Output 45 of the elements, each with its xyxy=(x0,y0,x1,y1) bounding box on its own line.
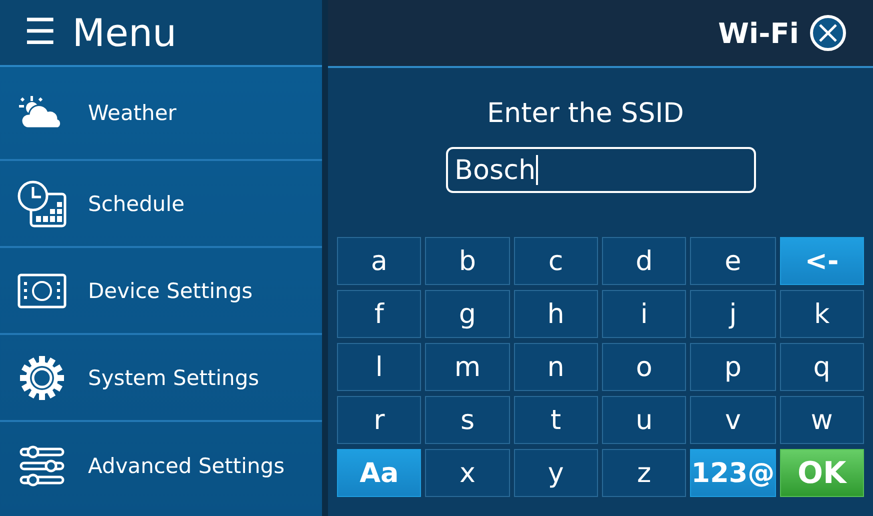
letter-key[interactable]: e xyxy=(690,237,776,285)
ssid-input-field[interactable]: Bosch xyxy=(446,147,756,193)
text-cursor xyxy=(536,155,538,185)
menu-item[interactable]: System Settings xyxy=(0,335,322,422)
clock-calendar-icon xyxy=(17,180,67,228)
letter-key[interactable]: d xyxy=(602,237,686,285)
menu-item[interactable]: Device Settings xyxy=(0,248,322,335)
letter-key[interactable]: a xyxy=(337,237,422,285)
menu-item[interactable]: Weather xyxy=(0,67,322,161)
menu-title: Menu xyxy=(72,10,177,54)
letter-key[interactable]: t xyxy=(514,396,598,444)
letter-key[interactable]: w xyxy=(780,396,864,444)
letter-key[interactable]: i xyxy=(602,290,686,338)
function-key[interactable]: 123@ xyxy=(690,449,776,497)
letter-key[interactable]: x xyxy=(425,449,510,497)
letter-key[interactable]: g xyxy=(425,290,510,338)
letter-key[interactable]: z xyxy=(602,449,686,497)
function-key[interactable]: Aa xyxy=(337,449,422,497)
gear-icon xyxy=(19,354,65,400)
letter-key[interactable]: l xyxy=(337,343,422,391)
screen-title: Wi-Fi xyxy=(718,16,799,50)
letter-key[interactable]: y xyxy=(514,449,598,497)
letter-key[interactable]: u xyxy=(602,396,686,444)
menu-icon[interactable]: ☰ xyxy=(24,14,56,50)
letter-key[interactable]: f xyxy=(337,290,422,338)
letter-key[interactable]: o xyxy=(602,343,686,391)
letter-key[interactable]: r xyxy=(337,396,422,444)
letter-key[interactable]: h xyxy=(514,290,598,338)
sliders-icon xyxy=(19,444,65,486)
close-icon[interactable] xyxy=(809,14,847,52)
letter-key[interactable]: q xyxy=(780,343,864,391)
letter-key[interactable]: j xyxy=(690,290,776,338)
menu-item[interactable]: Advanced Settings xyxy=(0,422,322,509)
letter-key[interactable]: b xyxy=(425,237,510,285)
prompt-label: Enter the SSID xyxy=(487,98,684,129)
letter-key[interactable]: p xyxy=(690,343,776,391)
letter-key[interactable]: v xyxy=(690,396,776,444)
letter-key[interactable]: n xyxy=(514,343,598,391)
letter-key[interactable]: k xyxy=(780,290,864,338)
letter-key[interactable]: c xyxy=(514,237,598,285)
letter-key[interactable]: s xyxy=(425,396,510,444)
function-key[interactable]: <- xyxy=(780,237,864,285)
thermostat-icon xyxy=(17,272,67,308)
menu-item[interactable]: Schedule xyxy=(0,161,322,248)
letter-key[interactable]: m xyxy=(425,343,510,391)
